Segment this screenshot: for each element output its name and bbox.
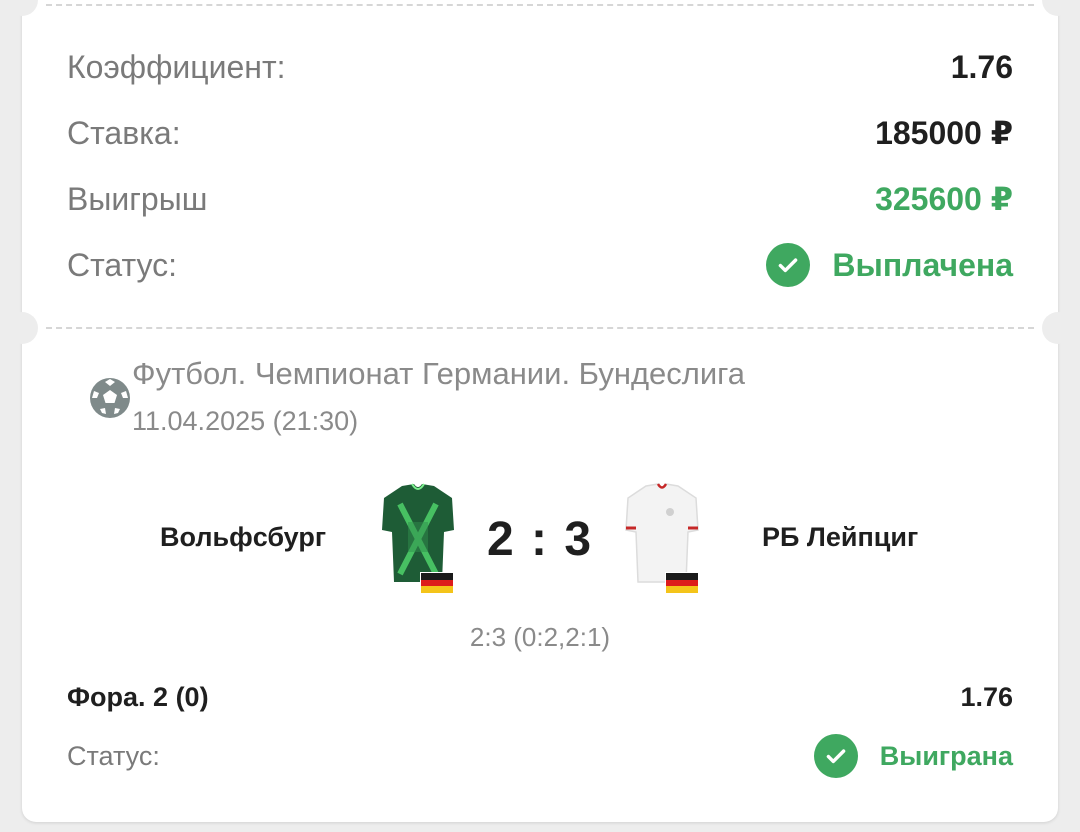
- league-name: Футбол. Чемпионат Германии. Бундеслига: [132, 356, 746, 391]
- stake-label: Ставка:: [67, 114, 181, 151]
- bet-status-value: Выиграна: [879, 740, 1013, 771]
- status-value-wrap: Выплачена: [766, 243, 1013, 287]
- check-circle-icon: [813, 734, 858, 778]
- win-row: Выигрыш 325600 ₽: [67, 174, 1013, 224]
- bet-status-label: Статус:: [67, 740, 160, 771]
- soccer-ball-icon: [88, 376, 132, 420]
- top-separator: [46, 4, 1034, 6]
- coefficient-value: 1.76: [950, 48, 1013, 85]
- check-circle-icon: [766, 243, 811, 287]
- win-value: 325600 ₽: [875, 181, 1013, 217]
- ticket-notch-left: [6, 312, 38, 344]
- status-value: Выплачена: [832, 246, 1013, 283]
- bet-status-wrap: Выиграна: [813, 734, 1013, 778]
- away-team-name: РБ Лейпциг: [762, 522, 919, 552]
- stake-row: Ставка: 185000 ₽: [67, 108, 1013, 158]
- ticket-notch-right: [1042, 312, 1074, 344]
- bet-ticket: Коэффициент: 1.76 Ставка: 185000 ₽ Выигр…: [22, 0, 1058, 822]
- coefficient-row: Коэффициент: 1.76: [67, 42, 1013, 92]
- stake-value: 185000 ₽: [875, 115, 1013, 151]
- away-flag-icon: [665, 572, 699, 594]
- win-label: Выигрыш: [67, 180, 208, 217]
- coefficient-label: Коэффициент:: [67, 48, 286, 85]
- market-row: Фора. 2 (0) 1.76: [67, 672, 1013, 722]
- home-flag-icon: [420, 572, 454, 594]
- status-row: Статус: Выплачена: [67, 240, 1013, 290]
- home-team-name: Вольфсбург: [160, 522, 327, 552]
- bet-status-row: Статус: Выиграна: [67, 731, 1013, 781]
- market-odds: 1.76: [960, 681, 1013, 712]
- score-detail: 2:3 (0:2,2:1): [469, 622, 611, 652]
- status-label: Статус:: [67, 246, 178, 283]
- match-score: 2 : 3: [486, 513, 594, 566]
- event-datetime: 11.04.2025 (21:30): [132, 406, 359, 436]
- market-name: Фора. 2 (0): [67, 681, 209, 712]
- middle-separator: [46, 327, 1034, 329]
